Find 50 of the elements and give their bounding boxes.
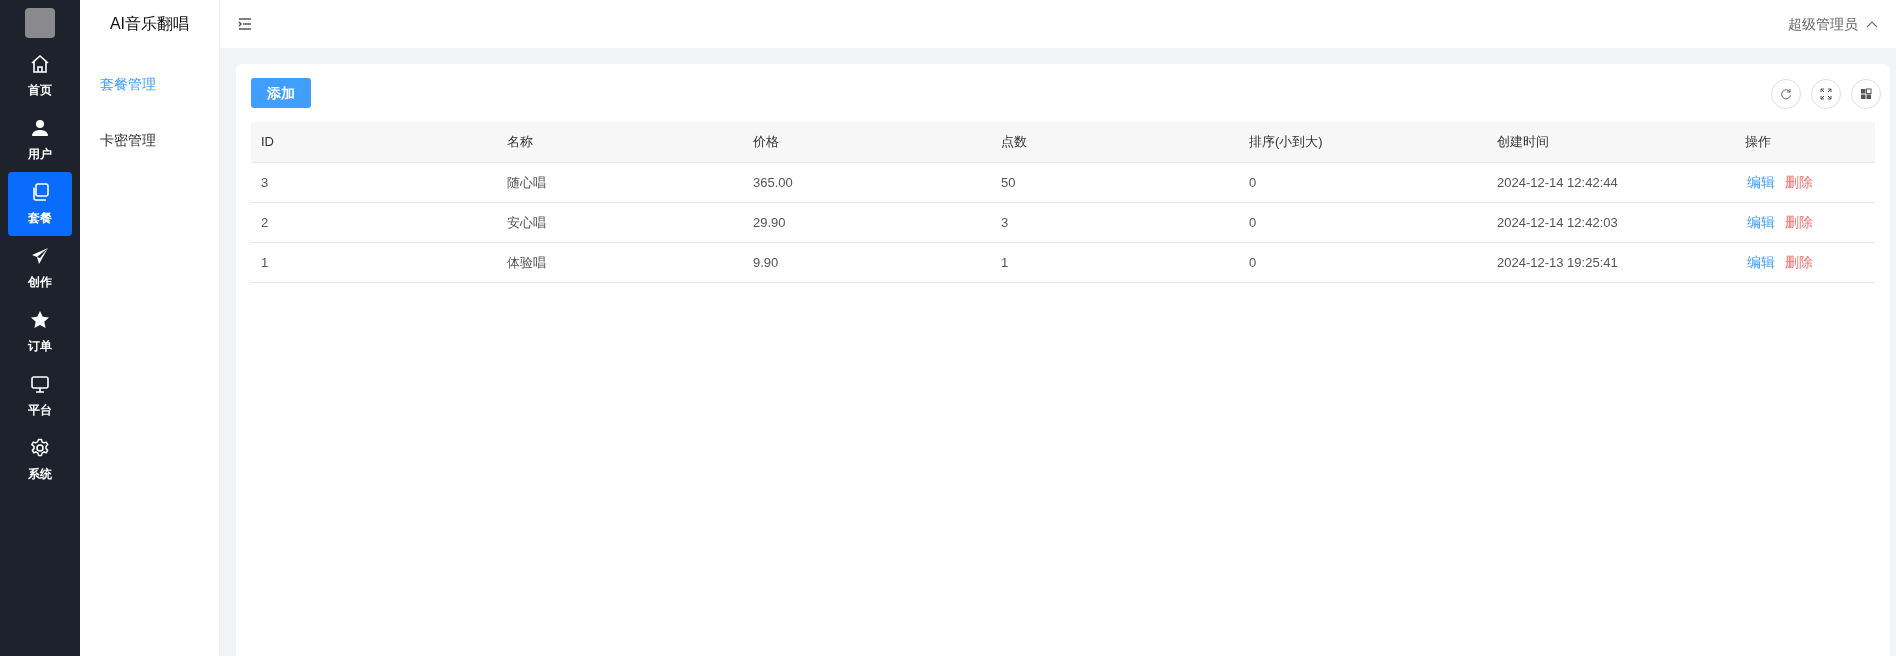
settings-icon bbox=[29, 437, 51, 459]
column-header: 操作 bbox=[1744, 133, 1772, 152]
delete-link[interactable]: 删除 bbox=[1785, 212, 1813, 233]
table-cell-text: 体验唱 bbox=[506, 253, 547, 272]
nav-item[interactable]: 首页 bbox=[8, 44, 72, 108]
table-cell-text: 365.00 bbox=[752, 173, 794, 192]
chevron-up-icon[interactable] bbox=[1866, 20, 1878, 28]
table-cell-text: 安心唱 bbox=[506, 213, 547, 232]
column-header: 创建时间 bbox=[1496, 133, 1550, 152]
submenu-item[interactable]: 套餐管理 bbox=[80, 56, 219, 112]
table-cell-text: 1 bbox=[260, 253, 270, 272]
table-cell-text: 50 bbox=[1000, 173, 1017, 192]
table-cell-text: 2024-12-13 19:25:41 bbox=[1496, 253, 1619, 272]
table-cell-text: 2024-12-14 12:42:03 bbox=[1496, 213, 1619, 232]
app-title: AI音乐翻唱 bbox=[108, 14, 191, 34]
star-icon bbox=[29, 309, 51, 331]
edit-link[interactable]: 编辑 bbox=[1747, 252, 1775, 273]
table-cell-text: 2024-12-14 12:42:44 bbox=[1496, 173, 1619, 192]
nav-item[interactable]: 平台 bbox=[8, 364, 72, 428]
column-header: 价格 bbox=[752, 133, 780, 152]
table-cell-text: 随心唱 bbox=[506, 173, 547, 192]
table-cell-text: 0 bbox=[1248, 253, 1258, 272]
table-cell-text: 3 bbox=[1000, 213, 1010, 232]
table-cell-text: 2 bbox=[260, 213, 270, 232]
submenu-item[interactable]: 卡密管理 bbox=[80, 112, 219, 168]
table-cell-text: 1 bbox=[1000, 253, 1010, 272]
nav-item[interactable]: 套餐 bbox=[8, 172, 72, 236]
column-header: ID bbox=[260, 133, 275, 152]
table-cell-text: 0 bbox=[1248, 213, 1258, 232]
add-button[interactable]: 添加 bbox=[251, 78, 311, 108]
column-header: 排序(小到大) bbox=[1248, 133, 1324, 152]
table-cell-text: 0 bbox=[1248, 173, 1258, 192]
table-cell-text: 3 bbox=[260, 173, 270, 192]
column-header: 点数 bbox=[1000, 133, 1028, 152]
nav-item[interactable]: 创作 bbox=[8, 236, 72, 300]
nav-item[interactable]: 系统 bbox=[8, 428, 72, 492]
home-icon bbox=[29, 53, 51, 75]
monitor-icon bbox=[29, 373, 51, 395]
column-header: 名称 bbox=[506, 133, 534, 152]
delete-link[interactable]: 删除 bbox=[1785, 252, 1813, 273]
menu-icon[interactable] bbox=[238, 18, 252, 30]
nav-item[interactable]: 用户 bbox=[8, 108, 72, 172]
user-name[interactable]: 超级管理员 bbox=[1788, 13, 1858, 35]
edit-link[interactable]: 编辑 bbox=[1747, 172, 1775, 193]
table-cell-text: 9.90 bbox=[752, 253, 780, 272]
edit-link[interactable]: 编辑 bbox=[1747, 212, 1775, 233]
nav-item[interactable]: 订单 bbox=[8, 300, 72, 364]
table-cell-text: 29.90 bbox=[752, 213, 787, 232]
user-icon bbox=[29, 117, 51, 139]
delete-link[interactable]: 删除 bbox=[1785, 172, 1813, 193]
